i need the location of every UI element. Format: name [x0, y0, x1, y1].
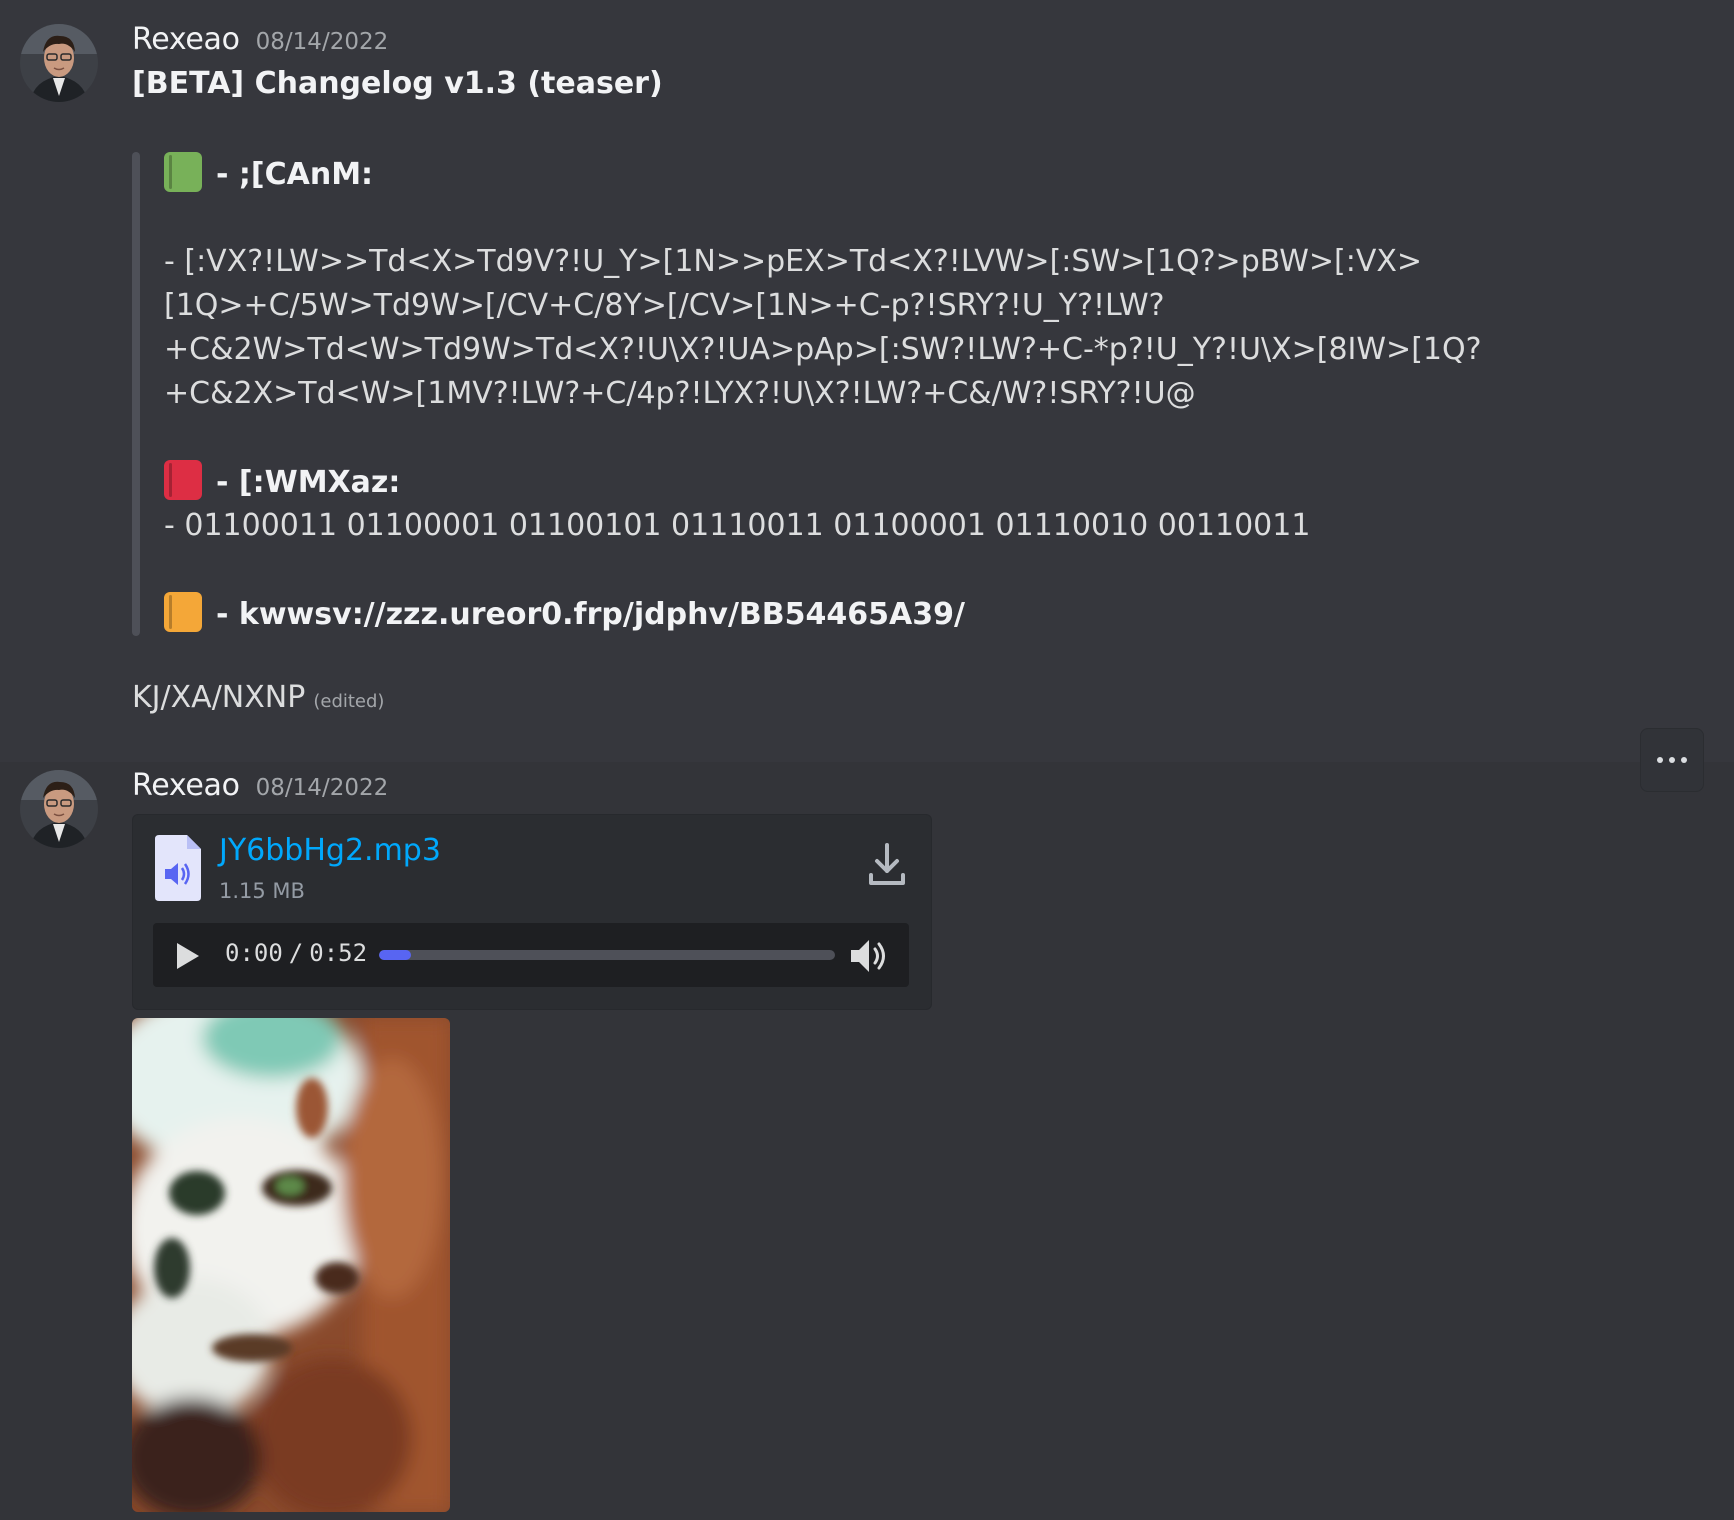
message-header: Rexeao 08/14/2022	[132, 22, 388, 62]
footer-text: KJ/XA/NXNP	[132, 680, 306, 715]
audio-attachment: JY6bbHg2.mp3 1.15 MB 0:00 / 0:52	[132, 814, 932, 1010]
current-time: 0:00	[225, 939, 283, 967]
encoded-line-3: +C&2W>Td<W>Td9W>Td<X?!U\X?!UA>pAp>[:SW?!…	[164, 332, 1482, 367]
message-footer: KJ/XA/NXNP (edited)	[132, 680, 384, 715]
blockquote: - ;[CAnM: - [:VX?!LW>>Td<X>Td9V?!U_Y>[1N…	[132, 152, 1582, 636]
time-separator: /	[288, 939, 304, 967]
avatar[interactable]	[20, 770, 98, 848]
image-attachment[interactable]	[132, 1018, 450, 1512]
chat-messages: Rexeao 08/14/2022 [BETA] Changelog v1.3 …	[0, 0, 1734, 1520]
orange-book-icon	[164, 592, 202, 632]
progress-fill	[379, 950, 411, 960]
section-red: - [:WMXaz:	[164, 460, 400, 505]
timestamp: 08/14/2022	[255, 775, 389, 801]
file-size: 1.15 MB	[219, 879, 305, 903]
green-book-icon	[164, 152, 202, 192]
progress-bar[interactable]	[379, 950, 835, 960]
avatar[interactable]	[20, 24, 98, 102]
encoded-line-2: [1Q>+C/5W>Td9W>[/CV+C/8Y>[/CV>[1N>+C-p?!…	[164, 288, 1165, 323]
red-book-icon	[164, 460, 202, 500]
message-header: Rexeao 08/14/2022	[132, 768, 388, 808]
play-icon[interactable]	[175, 941, 201, 971]
username[interactable]: Rexeao	[132, 768, 240, 803]
username[interactable]: Rexeao	[132, 22, 240, 57]
volume-icon[interactable]	[849, 937, 891, 975]
changelog-title: [BETA] Changelog v1.3 (teaser)	[132, 66, 663, 101]
audio-player: 0:00 / 0:52	[153, 923, 909, 987]
file-name-link[interactable]: JY6bbHg2.mp3	[219, 833, 441, 868]
section-red-label: - [:WMXaz:	[216, 465, 401, 500]
edited-label: (edited)	[313, 691, 385, 712]
message-changelog: Rexeao 08/14/2022 [BETA] Changelog v1.3 …	[0, 0, 1734, 762]
more-options-icon	[1657, 757, 1663, 763]
blockquote-bar	[132, 152, 140, 636]
section-green: - ;[CAnM:	[164, 152, 373, 197]
section-green-label: - ;[CAnM:	[216, 157, 374, 192]
playback-time: 0:00 / 0:52	[225, 939, 367, 967]
audio-file-icon	[155, 835, 201, 901]
section-orange-label: - kwwsv://zzz.ureor0.frp/jdphv/BB54465A3…	[216, 597, 965, 632]
message-attachment: Rexeao 08/14/2022 JY6bbHg2.mp3 1.15 MB 0…	[0, 762, 1734, 1520]
duration: 0:52	[309, 939, 368, 967]
more-options-button[interactable]	[1640, 728, 1704, 792]
encoded-line-1: - [:VX?!LW>>Td<X>Td9V?!U_Y>[1N>>pEX>Td<X…	[164, 244, 1423, 279]
timestamp: 08/14/2022	[255, 29, 389, 55]
section-orange: - kwwsv://zzz.ureor0.frp/jdphv/BB54465A3…	[164, 592, 965, 637]
download-icon[interactable]	[865, 841, 909, 889]
encoded-line-4: +C&2X>Td<W>[1MV?!LW?+C/4p?!LYX?!U\X?!LW?…	[164, 376, 1196, 411]
binary-line: - 01100011 01100001 01100101 01110011 01…	[164, 508, 1311, 543]
